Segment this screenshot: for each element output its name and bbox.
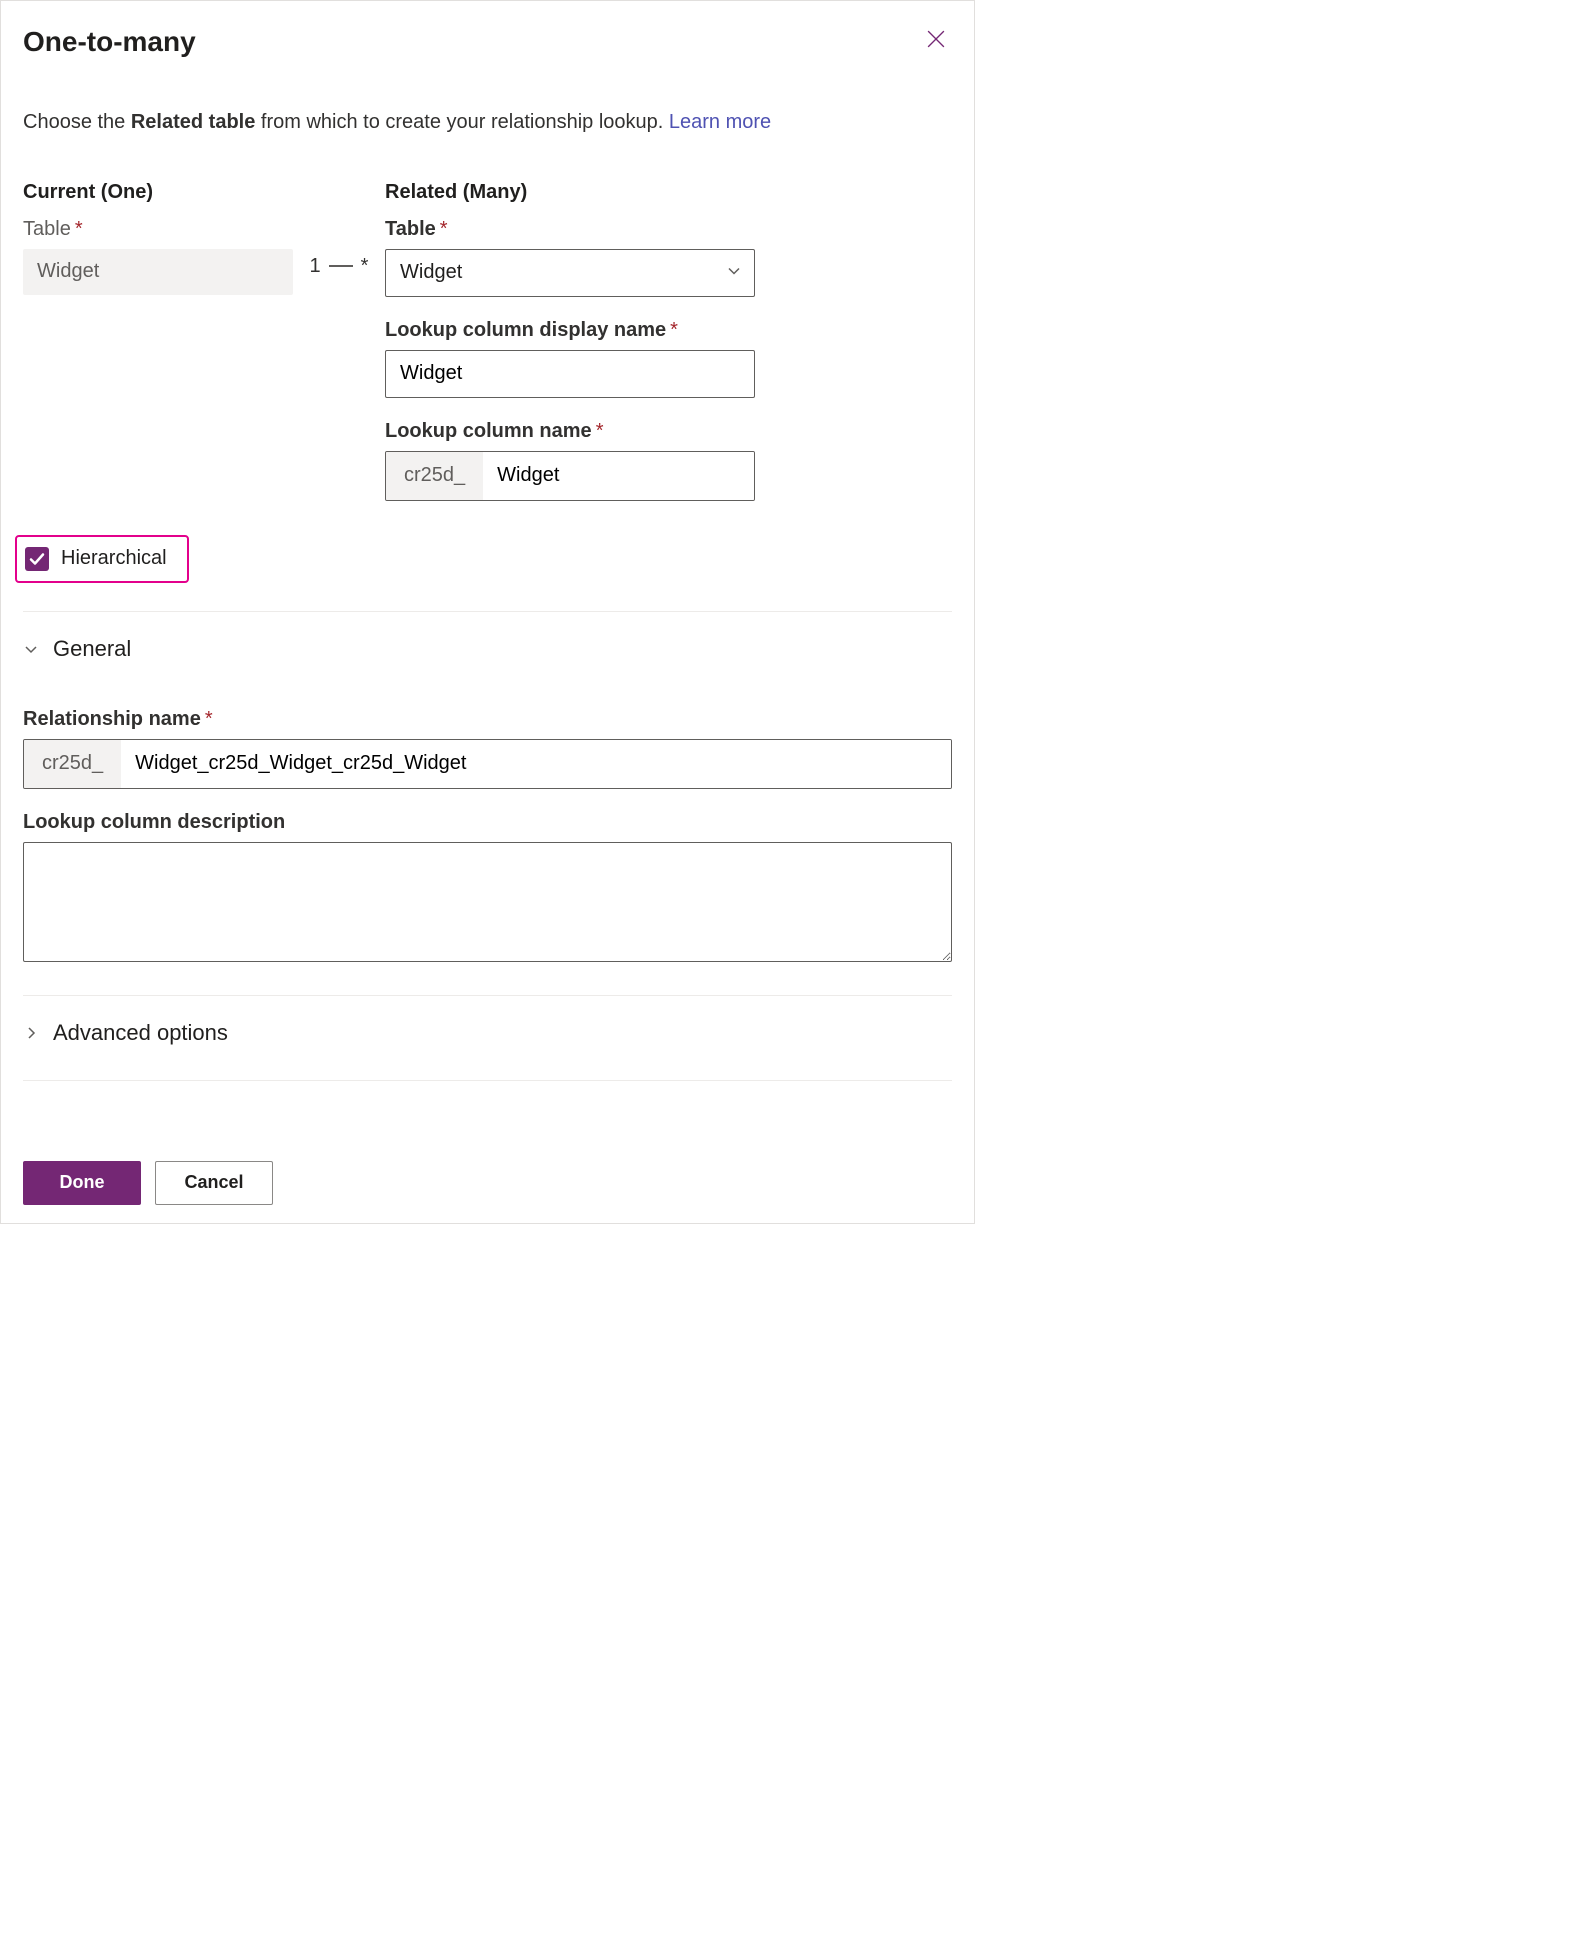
advanced-options-expander[interactable]: Advanced options (23, 1014, 952, 1052)
cardinality-dash-icon (329, 265, 353, 267)
close-icon (927, 30, 945, 48)
hierarchical-checkbox[interactable] (25, 547, 49, 571)
relationship-name-prefix: cr25d_ (24, 740, 121, 788)
check-icon (29, 551, 45, 567)
panel-title: One-to-many (23, 25, 196, 59)
lookup-description-textarea[interactable] (23, 842, 952, 962)
current-heading: Current (One) (23, 181, 293, 204)
intro-text: Choose the Related table from which to c… (23, 107, 952, 137)
current-table-label: Table* (23, 218, 293, 241)
close-button[interactable] (920, 25, 952, 57)
cardinality-many: * (361, 255, 369, 278)
current-table-field: Table* Widget (23, 218, 293, 295)
cancel-button[interactable]: Cancel (155, 1161, 273, 1205)
advanced-options-heading: Advanced options (53, 1020, 228, 1046)
current-column: Current (One) Table* Widget (23, 181, 293, 523)
cardinality-one: 1 (310, 255, 321, 278)
related-table-value: Widget (400, 261, 462, 284)
lookup-column-name-label: Lookup column name* (385, 420, 952, 443)
chevron-down-icon (726, 261, 742, 284)
related-table-select[interactable]: Widget (385, 249, 755, 297)
lookup-column-name-field: Lookup column name* cr25d_ (385, 420, 952, 501)
lookup-description-label: Lookup column description (23, 811, 952, 834)
related-heading: Related (Many) (385, 181, 952, 204)
chevron-right-icon (23, 1025, 39, 1041)
divider (23, 611, 952, 612)
general-heading: General (53, 636, 131, 662)
hierarchical-checkbox-row[interactable]: Hierarchical (15, 535, 189, 583)
cardinality-indicator: 1 * (293, 181, 385, 523)
lookup-display-name-input[interactable] (385, 350, 755, 398)
done-button[interactable]: Done (23, 1161, 141, 1205)
relationship-columns: Current (One) Table* Widget 1 * Related … (23, 181, 952, 523)
lookup-display-name-field: Lookup column display name* (385, 319, 952, 398)
current-table-value: Widget (23, 249, 293, 295)
hierarchical-label: Hierarchical (61, 547, 167, 570)
related-table-field: Table* Widget (385, 218, 952, 297)
general-section-body: Relationship name* cr25d_ Lookup column … (23, 708, 952, 967)
panel-footer: Done Cancel (23, 1161, 952, 1205)
lookup-column-name-input[interactable] (483, 452, 755, 500)
panel-header: One-to-many (23, 25, 952, 59)
lookup-column-name-prefix: cr25d_ (386, 452, 483, 500)
relationship-name-field: Relationship name* cr25d_ (23, 708, 952, 789)
learn-more-link[interactable]: Learn more (669, 111, 771, 133)
related-column: Related (Many) Table* Widget Lookup colu… (385, 181, 952, 523)
lookup-display-name-label: Lookup column display name* (385, 319, 952, 342)
relationship-name-label: Relationship name* (23, 708, 952, 731)
lookup-column-name-wrap: cr25d_ (385, 451, 755, 501)
divider (23, 995, 952, 996)
chevron-down-icon (23, 641, 39, 657)
related-table-label: Table* (385, 218, 952, 241)
relationship-name-input[interactable] (121, 740, 951, 788)
general-expander[interactable]: General (23, 630, 952, 668)
lookup-description-field: Lookup column description (23, 811, 952, 967)
relationship-name-wrap: cr25d_ (23, 739, 952, 789)
divider (23, 1080, 952, 1081)
one-to-many-panel: One-to-many Choose the Related table fro… (0, 0, 975, 1224)
